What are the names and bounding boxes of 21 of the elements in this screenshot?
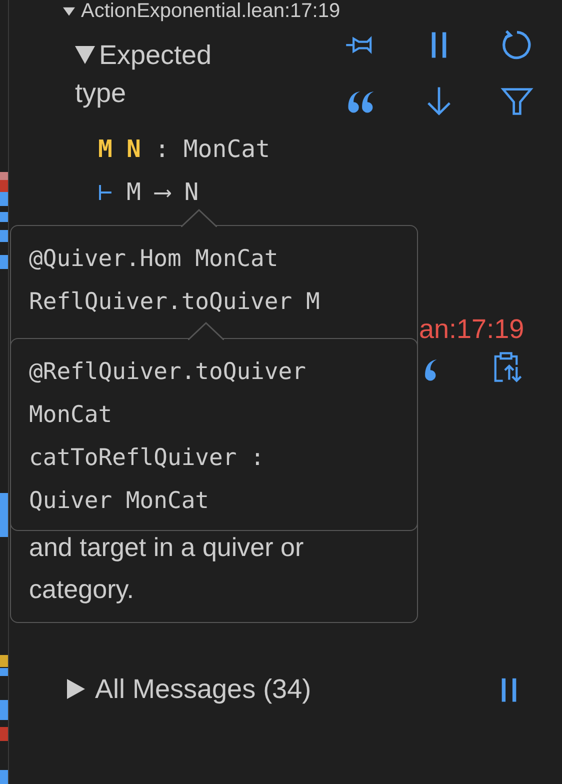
- colon: :: [154, 134, 170, 165]
- type-annotation: MonCat: [183, 134, 270, 165]
- section-heading[interactable]: Expected type: [75, 36, 225, 118]
- variable-name: N: [126, 134, 141, 165]
- code-line: catToReflQuiver :: [29, 444, 266, 473]
- refresh-icon[interactable]: [500, 28, 534, 62]
- code-line: Quiver MonCat: [29, 487, 210, 516]
- code-line: @ReflQuiver.toQuiver: [29, 358, 307, 387]
- code-line: ReflQuiver.toQuiver M: [29, 288, 321, 317]
- goal-expression: M ⟶ N: [126, 177, 199, 208]
- caret-icon[interactable]: [75, 44, 95, 64]
- file-location[interactable]: an:17:19: [419, 314, 524, 344]
- file-location[interactable]: ActionExponential.lean:17:19: [81, 0, 340, 22]
- turnstile: ⊢: [98, 177, 112, 208]
- section-heading[interactable]: All Messages (34): [65, 671, 312, 707]
- code-line: @Quiver.Hom MonCat: [29, 245, 280, 274]
- variable-name: M: [98, 134, 112, 165]
- caret-icon[interactable]: [65, 679, 85, 699]
- caret-icon[interactable]: [63, 5, 75, 17]
- doc-text: and target in a quiver or category.: [29, 531, 305, 606]
- code-line: MonCat: [29, 401, 114, 430]
